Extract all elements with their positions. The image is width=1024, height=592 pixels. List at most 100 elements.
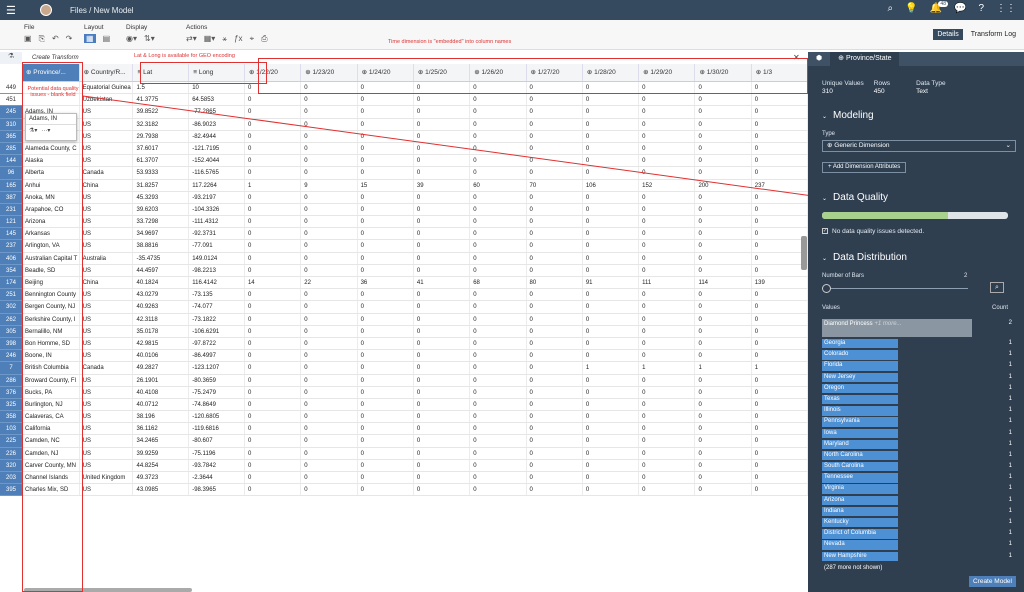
- distribution-item[interactable]: South Carolina 1: [822, 461, 1012, 472]
- table-cell[interactable]: 0: [414, 411, 471, 423]
- table-row[interactable]: Bergen County, NJ US 40.9263 -74.077 0 0 0 0 0 0 0…: [22, 301, 808, 314]
- table-cell[interactable]: 0: [695, 447, 752, 459]
- table-cell[interactable]: 0: [245, 155, 302, 167]
- table-cell[interactable]: 0: [245, 362, 302, 374]
- table-cell[interactable]: 0: [583, 325, 640, 337]
- table-cell[interactable]: 0: [414, 264, 471, 276]
- table-cell[interactable]: US: [80, 142, 134, 155]
- table-cell[interactable]: 0: [583, 203, 640, 216]
- table-cell[interactable]: 0: [414, 155, 471, 167]
- table-cell[interactable]: 0: [695, 301, 752, 313]
- table-cell[interactable]: 0: [583, 94, 640, 106]
- distribution-item[interactable]: Tennessee 1: [822, 472, 1012, 483]
- table-cell[interactable]: US: [80, 435, 134, 447]
- row-number[interactable]: 203: [0, 472, 22, 485]
- type-select[interactable]: ⊕ Generic Dimension ⌄: [822, 140, 1016, 152]
- table-cell[interactable]: 0: [470, 155, 527, 167]
- table-row[interactable]: Arlington, VA US 38.8816 -77.091 0 0 0 0 0 0 0 0 0 0: [22, 240, 808, 253]
- table-cell[interactable]: 0: [301, 228, 358, 240]
- table-cell[interactable]: 0: [639, 386, 696, 398]
- table-cell[interactable]: 0: [583, 398, 640, 411]
- table-cell[interactable]: 0: [639, 142, 696, 155]
- row-number[interactable]: 121: [0, 216, 22, 229]
- slider-knob[interactable]: [822, 284, 831, 293]
- table-cell[interactable]: 0: [358, 350, 414, 362]
- table-cell[interactable]: 0: [583, 228, 640, 240]
- table-cell[interactable]: US: [80, 447, 134, 459]
- table-cell[interactable]: 0: [752, 325, 808, 337]
- table-cell[interactable]: 0: [639, 203, 696, 216]
- table-cell[interactable]: 0: [583, 313, 640, 325]
- table-cell[interactable]: 0: [301, 484, 358, 496]
- table-cell[interactable]: 0: [583, 386, 640, 398]
- table-row[interactable]: California US 36.1162 -119.6816 0 0 0 0 0 0 0 0 0 0: [22, 423, 808, 436]
- search-values-button[interactable]: ⌕: [990, 282, 1004, 293]
- details-button[interactable]: Details: [933, 29, 963, 40]
- table-cell[interactable]: 0: [639, 350, 696, 362]
- table-cell[interactable]: 0: [639, 435, 696, 447]
- table-cell[interactable]: 0: [695, 130, 752, 142]
- table-cell[interactable]: 0: [301, 155, 358, 167]
- table-cell[interactable]: 0: [527, 411, 583, 423]
- table-cell[interactable]: 0: [752, 447, 808, 459]
- table-row[interactable]: Alberta Canada 53.9333 -116.5765 0 0 0 0 0 0 0 0 0 0: [22, 167, 808, 180]
- table-cell[interactable]: 0: [301, 240, 358, 252]
- table-cell[interactable]: -73.135: [189, 289, 245, 301]
- table-cell[interactable]: 80: [527, 277, 583, 289]
- table-cell[interactable]: -119.6816: [189, 423, 245, 435]
- table-cell[interactable]: 0: [245, 264, 302, 276]
- table-cell[interactable]: 34.2465: [133, 435, 190, 447]
- table-cell[interactable]: US: [80, 313, 134, 325]
- table-cell[interactable]: 0: [414, 374, 471, 386]
- table-cell[interactable]: 0: [527, 203, 583, 216]
- table-cell[interactable]: 0: [695, 118, 752, 130]
- table-cell[interactable]: 0: [414, 240, 471, 252]
- table-cell[interactable]: 0: [639, 472, 696, 484]
- table-cell[interactable]: -2.3644: [189, 472, 245, 484]
- table-cell[interactable]: 0: [639, 289, 696, 301]
- table-cell[interactable]: 0: [752, 301, 808, 313]
- quality-checkbox[interactable]: ✓ No data quality issues detected.: [822, 228, 924, 235]
- row-number[interactable]: 310: [0, 118, 22, 131]
- table-cell[interactable]: 0: [527, 106, 583, 118]
- table-cell[interactable]: US: [80, 386, 134, 398]
- table-cell[interactable]: 0: [245, 142, 302, 155]
- table-cell[interactable]: 0: [527, 216, 583, 228]
- table-cell[interactable]: 42.3118: [133, 313, 190, 325]
- table-cell[interactable]: 0: [301, 191, 358, 203]
- table-cell[interactable]: 14: [245, 277, 302, 289]
- table-cell[interactable]: -77.2865: [189, 106, 245, 118]
- table-cell[interactable]: 0: [301, 130, 358, 142]
- table-cell[interactable]: 0: [301, 325, 358, 337]
- table-cell[interactable]: 0: [414, 191, 471, 203]
- table-cell[interactable]: 0: [583, 301, 640, 313]
- table-cell[interactable]: 0: [358, 264, 414, 276]
- table-cell[interactable]: -116.5765: [189, 167, 245, 179]
- table-row[interactable]: Anoka, MN US 45.3293 -93.2197 0 0 0 0 0 0 0 0 0 0: [22, 191, 808, 204]
- distribution-item[interactable]: Diamond Princess +1 more... 2: [822, 318, 1012, 338]
- table-cell[interactable]: 0: [695, 289, 752, 301]
- table-cell[interactable]: 0: [639, 130, 696, 142]
- row-number[interactable]: 103: [0, 423, 22, 436]
- table-cell[interactable]: 0: [358, 435, 414, 447]
- table-cell[interactable]: 0: [695, 155, 752, 167]
- table-cell[interactable]: 0: [527, 447, 583, 459]
- distribution-item[interactable]: Illinois 1: [822, 405, 1012, 416]
- table-cell[interactable]: 32.3182: [133, 118, 190, 130]
- export-icon[interactable]: ⎙: [261, 34, 267, 44]
- table-cell[interactable]: 40.9263: [133, 301, 190, 313]
- table-cell[interactable]: 0: [301, 289, 358, 301]
- table-cell[interactable]: 0: [301, 447, 358, 459]
- table-cell[interactable]: 0: [695, 191, 752, 203]
- table-cell[interactable]: 0: [639, 118, 696, 130]
- table-cell[interactable]: 0: [695, 459, 752, 471]
- table-cell[interactable]: 0: [470, 447, 527, 459]
- row-number[interactable]: 262: [0, 313, 22, 326]
- table-cell[interactable]: 0: [414, 325, 471, 337]
- geo-icon[interactable]: ⌖: [250, 34, 255, 44]
- table-cell[interactable]: 0: [358, 94, 414, 106]
- table-row[interactable]: British Columbia Canada 49.2827 -123.1207 0 0…: [22, 362, 808, 375]
- add-dimension-attributes-button[interactable]: + Add Dimension Attributes: [822, 162, 907, 173]
- row-number[interactable]: 395: [0, 484, 22, 497]
- table-cell[interactable]: 0: [358, 252, 414, 264]
